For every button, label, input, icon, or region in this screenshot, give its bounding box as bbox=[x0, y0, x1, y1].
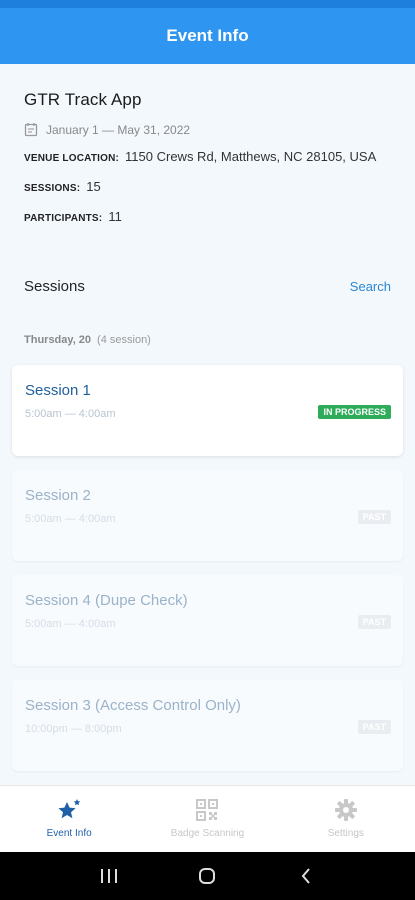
status-badge: IN PROGRESS bbox=[318, 405, 391, 419]
nav-item-badge-scanning[interactable]: Badge Scanning bbox=[138, 786, 276, 852]
sessions-title: Sessions bbox=[24, 278, 85, 295]
session-title: Session 4 (Dupe Check) bbox=[25, 592, 188, 609]
session-title: Session 3 (Access Control Only) bbox=[25, 697, 241, 714]
status-bar bbox=[0, 0, 415, 8]
session-card[interactable]: Session 4 (Dupe Check) 5:00am — 4:00am P… bbox=[12, 575, 403, 666]
sessions-label: SESSIONS: bbox=[24, 183, 81, 194]
calendar-icon bbox=[24, 123, 38, 137]
status-badge: PAST bbox=[357, 720, 391, 734]
nav-item-event-info[interactable]: Event Info bbox=[0, 786, 138, 852]
event-info: GTR Track App January 1 — May 31, 2022 V… bbox=[24, 90, 394, 227]
session-title: Session 2 bbox=[25, 487, 91, 504]
back-icon bbox=[301, 868, 310, 884]
star-icon bbox=[58, 799, 81, 819]
nav-label: Settings bbox=[327, 828, 364, 839]
day-label: Thursday, 20 (4 session) bbox=[24, 334, 151, 346]
gear-icon bbox=[334, 799, 357, 821]
bottom-navigation: Event Info Badge Scanning Settings bbox=[0, 785, 415, 852]
day-session-count: (4 session) bbox=[97, 334, 151, 346]
event-name: GTR Track App bbox=[24, 90, 142, 109]
recent-apps-icon bbox=[101, 869, 118, 883]
venue-value: 1150 Crews Rd, Matthews, NC 28105, USA bbox=[125, 149, 377, 164]
nav-item-settings[interactable]: Settings bbox=[277, 786, 415, 852]
nav-label: Badge Scanning bbox=[170, 828, 245, 839]
participants-value: 11 bbox=[108, 209, 122, 224]
status-badge: PAST bbox=[357, 615, 391, 629]
home-icon bbox=[199, 868, 216, 884]
venue-row: VENUE LOCATION: 1150 Crews Rd, Matthews, … bbox=[24, 149, 394, 167]
session-card[interactable]: Session 3 (Access Control Only) 10:00pm … bbox=[12, 680, 403, 771]
qr-code-icon bbox=[196, 799, 219, 821]
session-card[interactable]: Session 2 5:00am — 4:00am PAST bbox=[12, 470, 403, 561]
day-date: Thursday, 20 bbox=[24, 334, 92, 346]
app-bar: Event Info bbox=[0, 8, 415, 64]
sessions-value: 15 bbox=[86, 179, 101, 194]
nav-label: Event Info bbox=[46, 828, 92, 839]
home-button[interactable] bbox=[192, 861, 222, 891]
participants-label: PARTICIPANTS: bbox=[24, 213, 103, 224]
sessions-count-row: SESSIONS: 15 bbox=[24, 179, 394, 197]
participants-row: PARTICIPANTS: 11 bbox=[24, 209, 394, 227]
session-time: 5:00am — 4:00am bbox=[25, 513, 116, 525]
page-title: Event Info bbox=[166, 26, 249, 45]
search-button[interactable]: Search bbox=[350, 279, 391, 294]
back-button[interactable] bbox=[291, 861, 321, 891]
venue-label: VENUE LOCATION: bbox=[24, 153, 120, 164]
status-badge: PAST bbox=[357, 510, 391, 524]
recent-apps-button[interactable] bbox=[94, 861, 124, 891]
event-dates-row: January 1 — May 31, 2022 bbox=[24, 122, 394, 137]
session-time: 10:00pm — 8:00pm bbox=[25, 723, 122, 735]
event-dates: January 1 — May 31, 2022 bbox=[46, 122, 191, 137]
system-navigation-bar bbox=[0, 852, 415, 900]
session-card[interactable]: Session 1 5:00am — 4:00am IN PROGRESS bbox=[12, 365, 403, 456]
session-title: Session 1 bbox=[25, 382, 91, 399]
session-time: 5:00am — 4:00am bbox=[25, 618, 116, 630]
sessions-header: Sessions Search bbox=[24, 278, 391, 295]
